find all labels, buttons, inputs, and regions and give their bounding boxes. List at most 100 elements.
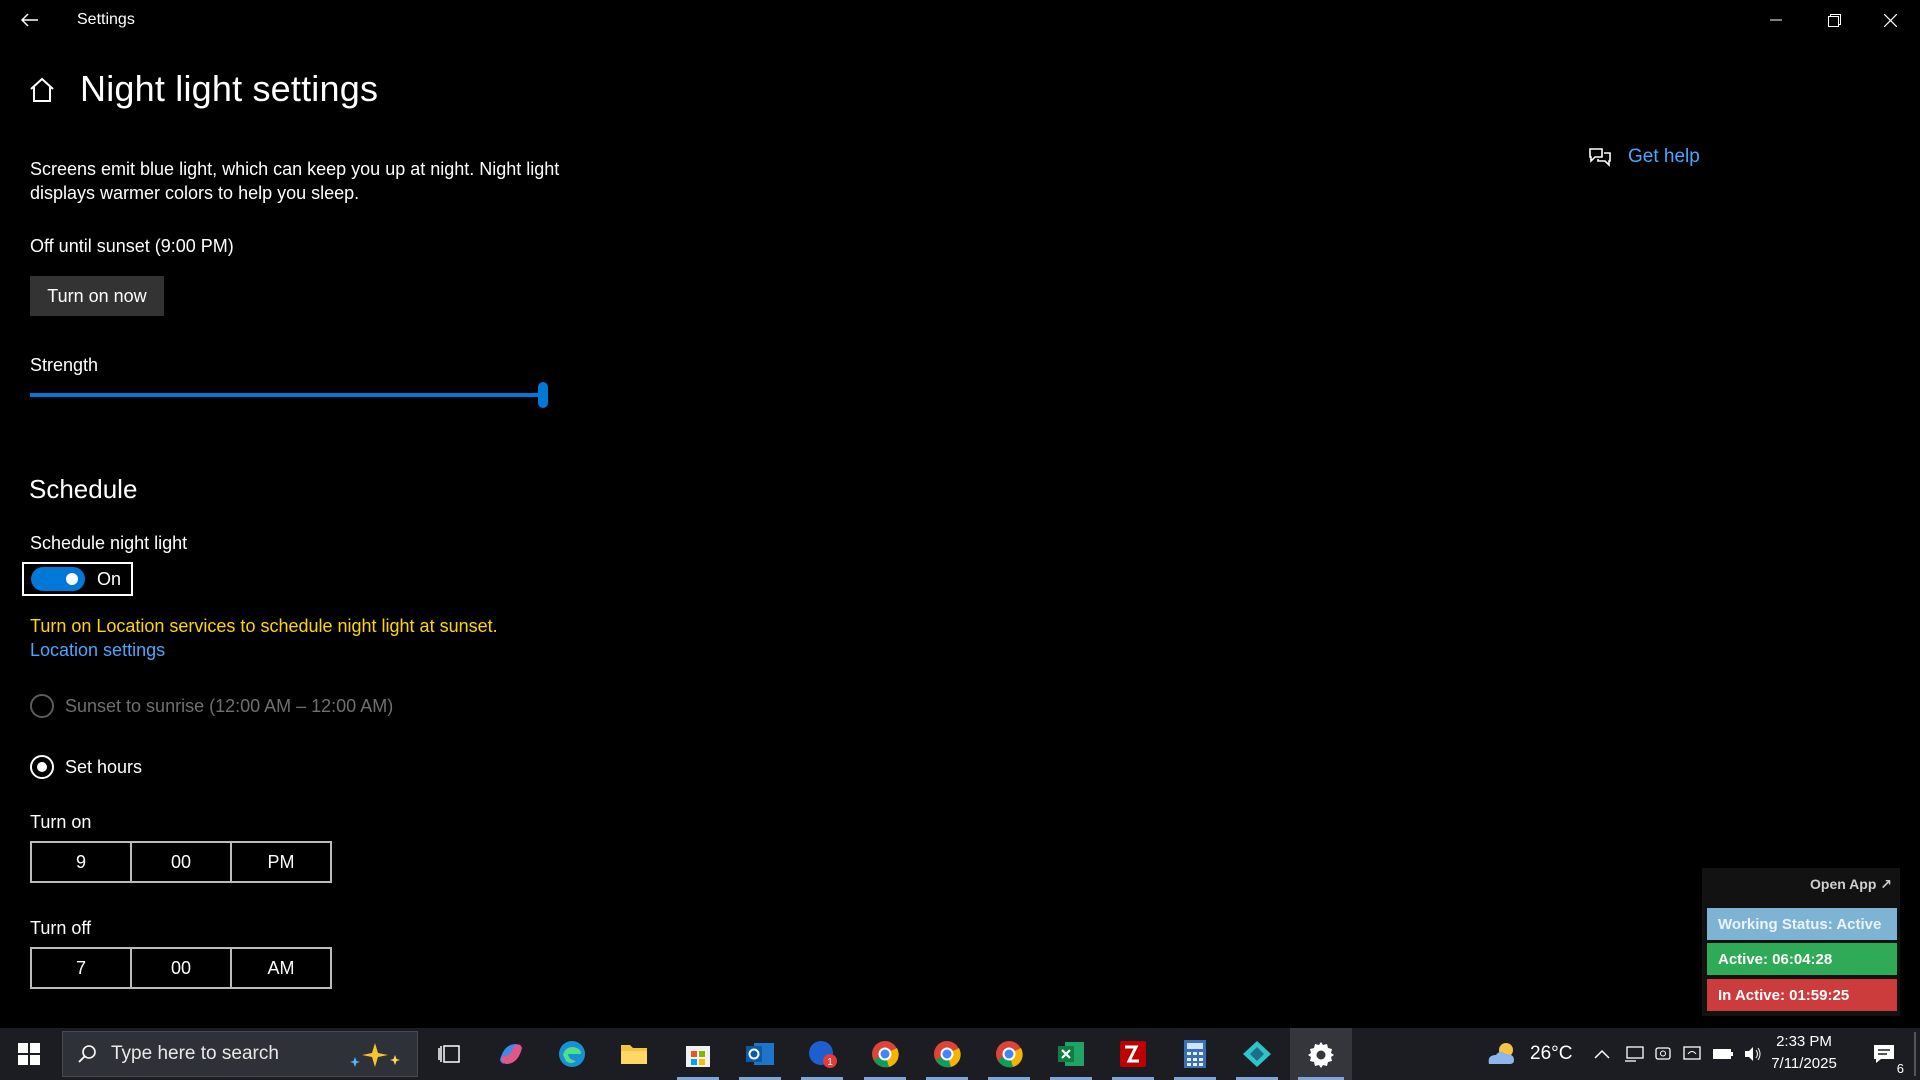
working-status-badge: Working Status: Active [1707,908,1897,940]
open-app-link[interactable]: Open App ↗ [1810,876,1892,893]
edge-app[interactable] [543,1028,601,1080]
chrome-app-2[interactable] [918,1028,976,1080]
turn-off-time-picker[interactable]: 7 00 AM [30,947,332,989]
notification-icon [1874,1045,1894,1063]
taskbar-search-box[interactable]: Type here to search [62,1031,418,1077]
turn-off-period[interactable]: AM [232,949,330,987]
active-time-badge: Active: 06:04:28 [1707,943,1897,975]
night-light-status: Off until sunset (9:00 PM) [30,236,234,256]
app-title: Settings [77,11,135,28]
work-status-widget: Open App ↗ Working Status: Active Active… [1702,868,1900,1016]
turn-on-hour[interactable]: 9 [32,843,132,881]
show-desktop-button[interactable] [1914,1032,1916,1076]
turn-on-now-button[interactable]: Turn on now [30,276,164,316]
turn-on-time-picker[interactable]: 9 00 PM [30,841,332,883]
radio-dot [37,762,47,772]
strength-slider-thumb[interactable] [538,382,548,408]
diamond-app-icon [1243,1041,1271,1067]
network-icon[interactable] [1682,1045,1702,1063]
taskbar-clock[interactable]: 2:33 PM 7/11/2025 [1748,1031,1860,1075]
partly-cloudy-icon [1488,1043,1514,1064]
sparkle-icon [350,1043,400,1067]
mail-app-icon: 1 [809,1041,837,1068]
back-button[interactable] [10,2,50,38]
radio-button[interactable] [30,694,54,718]
copilot-icon [500,1044,522,1064]
turn-on-minute[interactable]: 00 [132,843,232,881]
chevron-up-icon[interactable] [1594,1049,1610,1059]
windows-logo-icon [18,1043,40,1065]
inactive-time-badge: In Active: 01:59:25 [1707,979,1897,1011]
mail-calendar-app[interactable]: 1 [793,1028,851,1080]
microsoft-store-app[interactable] [669,1028,727,1080]
folder-icon [621,1045,647,1064]
notification-count-badge: 6 [1896,1061,1904,1076]
calculator-icon [1184,1040,1206,1068]
get-help-label: Get help [1628,146,1700,167]
action-center-button[interactable]: 6 [1862,1028,1906,1080]
clock-date: 7/11/2025 [1771,1055,1837,1072]
chrome-icon [996,1041,1023,1068]
chat-help-icon [1589,148,1611,167]
radio-label: Set hours [65,756,143,777]
close-button[interactable] [1862,0,1918,40]
chrome-app-3[interactable] [980,1028,1038,1080]
gear-icon [1308,1042,1334,1068]
calculator-app[interactable] [1166,1028,1224,1080]
chrome-icon [934,1041,961,1068]
turn-off-label: Turn off [30,918,92,938]
home-button[interactable] [28,76,58,106]
schedule-night-light-label: Schedule night light [30,533,188,553]
location-settings-link[interactable]: Location settings [30,640,165,661]
projector-display-icon[interactable] [1624,1045,1644,1063]
toggle-state-label: On [97,568,122,589]
mail-badge-count: 1 [827,1057,833,1068]
home-icon [30,77,54,102]
excel-app[interactable] [1042,1028,1100,1080]
filezilla-app[interactable] [1104,1028,1162,1080]
battery-icon[interactable] [1712,1047,1734,1061]
get-help-link[interactable]: Get help [1588,146,1700,168]
night-light-description: Screens emit blue light, which can keep … [30,157,570,205]
minimize-icon [1770,19,1782,21]
radio-sunset-to-sunrise[interactable]: Sunset to sunrise (12:00 AM – 12:00 AM) [30,694,393,718]
restore-button[interactable] [1806,0,1862,40]
turn-off-minute[interactable]: 00 [132,949,232,987]
toggle-switch[interactable] [31,567,85,591]
outlook-app[interactable] [731,1028,789,1080]
settings-app[interactable] [1290,1028,1352,1080]
weather-widget[interactable]: 26°C [1484,1028,1572,1080]
start-button[interactable] [0,1028,58,1080]
schedule-heading: Schedule [29,474,138,504]
back-arrow-icon [21,13,38,27]
search-icon [78,1045,96,1063]
radio-set-hours[interactable]: Set hours [30,755,142,779]
strength-label: Strength [30,355,99,375]
file-explorer-app[interactable] [605,1028,663,1080]
description-line-2: displays warmer colors to help you sleep… [30,183,360,203]
location-warning: Turn on Location services to schedule ni… [30,616,498,636]
excel-icon [1058,1042,1084,1066]
copilot-app[interactable] [482,1028,540,1080]
search-placeholder: Type here to search [111,1043,279,1064]
app-launcher-app[interactable] [1228,1028,1286,1080]
description-line-1: Screens emit blue light, which can keep … [30,159,560,179]
camera-icon[interactable] [1654,1045,1672,1063]
chrome-app-1[interactable] [856,1028,914,1080]
strength-slider-track [30,393,543,397]
turn-on-label: Turn on [30,812,92,832]
schedule-toggle[interactable]: On [22,562,133,596]
radio-button-selected[interactable] [30,755,54,779]
weather-temperature: 26°C [1530,1043,1573,1064]
turn-on-period[interactable]: PM [232,843,330,881]
turn-off-hour[interactable]: 7 [32,949,132,987]
task-view-button[interactable] [420,1028,478,1080]
clock-time: 2:33 PM [1776,1033,1832,1050]
filezilla-icon [1120,1041,1146,1067]
title-bar: Settings [0,0,1920,40]
minimize-button[interactable] [1748,0,1804,40]
store-icon [686,1046,710,1067]
restore-icon [1827,13,1841,27]
close-icon [1883,13,1897,27]
strength-slider[interactable] [30,382,548,408]
